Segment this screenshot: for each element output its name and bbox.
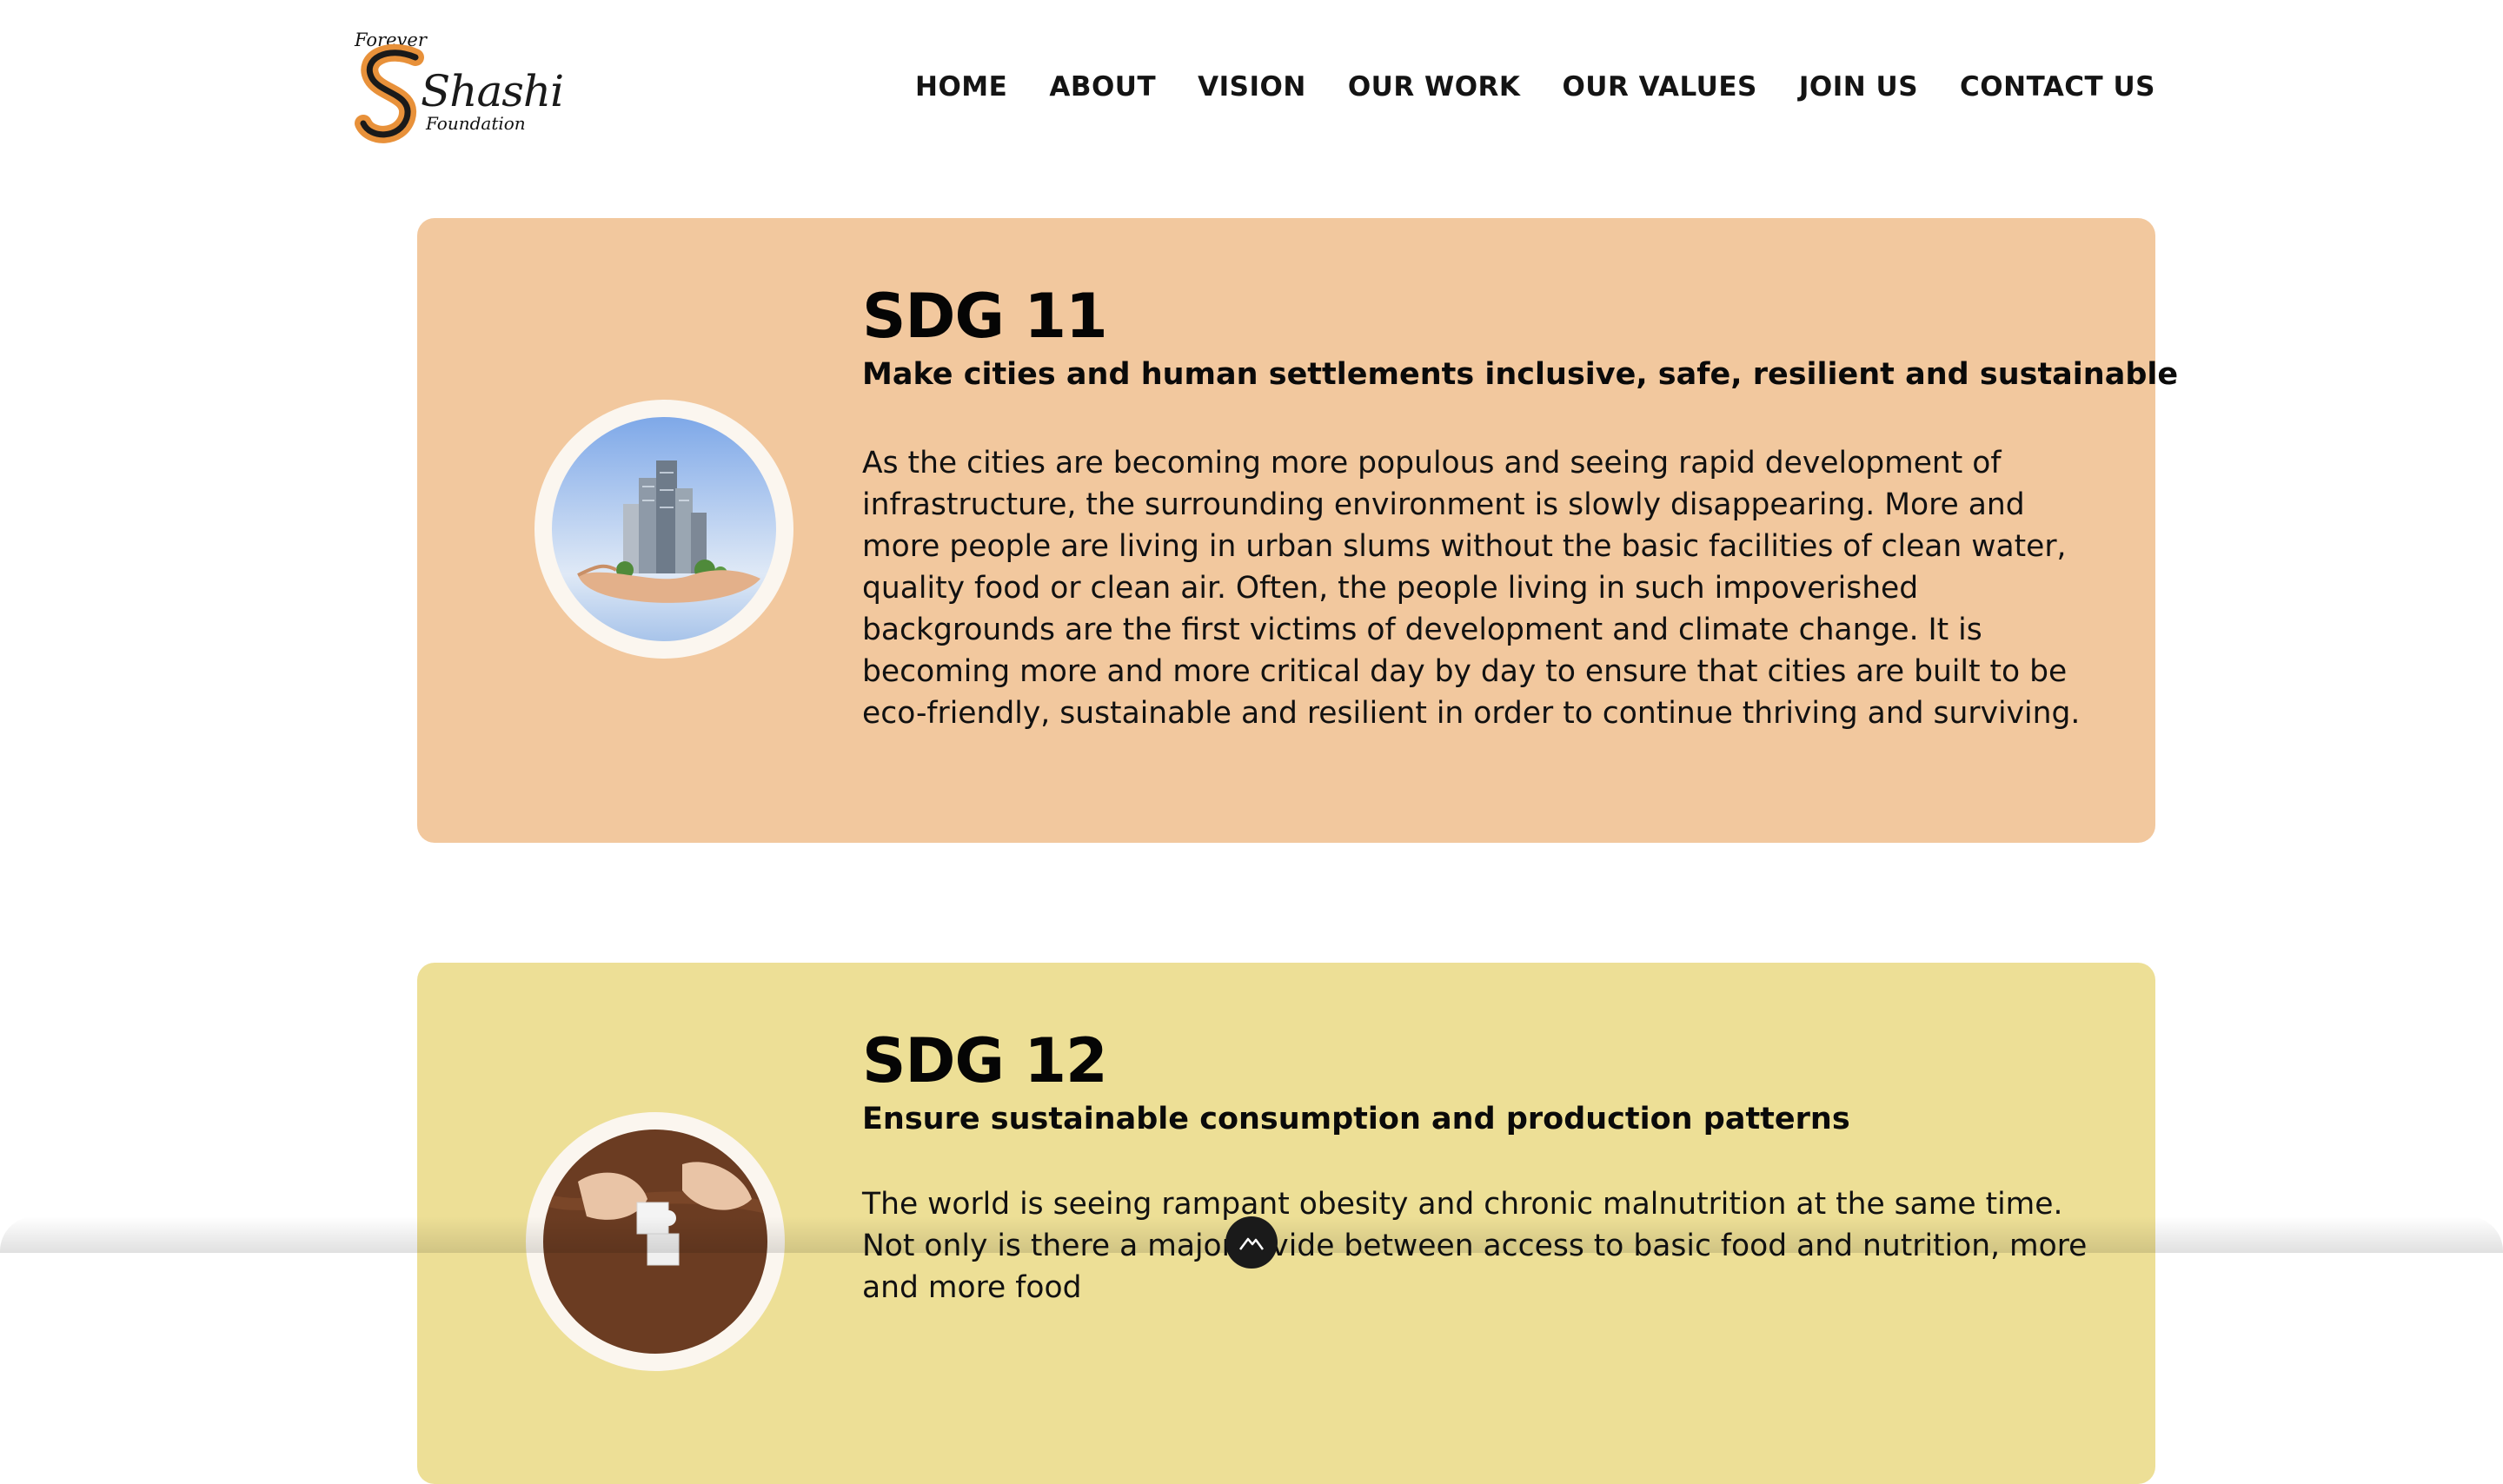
sdg-11-body: As the cities are becoming more populous… <box>862 446 2081 731</box>
nav-home[interactable]: HOME <box>915 71 1007 103</box>
scroll-top-button[interactable] <box>1225 1216 1278 1269</box>
main-nav: HOME ABOUT VISION OUR WORK OUR VALUES JO… <box>915 71 2155 103</box>
nav-contact-us[interactable]: CONTACT US <box>1960 71 2155 103</box>
sdg-11-subtitle: Make cities and human settlements inclus… <box>862 357 2179 392</box>
nav-our-values[interactable]: OUR VALUES <box>1562 71 1756 103</box>
nav-join-us[interactable]: JOIN US <box>1799 71 1918 103</box>
nav-about[interactable]: ABOUT <box>1049 71 1156 103</box>
logo-name: Shashi <box>421 66 564 116</box>
city-in-hand-icon <box>552 417 776 641</box>
sdg-11-title: SDG 11 <box>862 281 1108 352</box>
logo-bottom-text: Foundation <box>426 113 526 134</box>
sdg-11-image-frame <box>534 400 793 659</box>
site-logo[interactable]: Forever Shashi Foundation <box>353 26 564 143</box>
site-header: Forever Shashi Foundation HOME ABOUT VIS… <box>0 0 2503 174</box>
sdg-12-subtitle: Ensure sustainable consumption and produ… <box>862 1102 1850 1136</box>
sdg-11-card: SDG 11 Make cities and human settlements… <box>417 218 2178 843</box>
nav-our-work[interactable]: OUR WORK <box>1348 71 1521 103</box>
sdg-12-title: SDG 12 <box>862 1025 1108 1096</box>
nav-vision[interactable]: VISION <box>1198 71 1306 103</box>
mountain-up-icon <box>1239 1237 1265 1250</box>
